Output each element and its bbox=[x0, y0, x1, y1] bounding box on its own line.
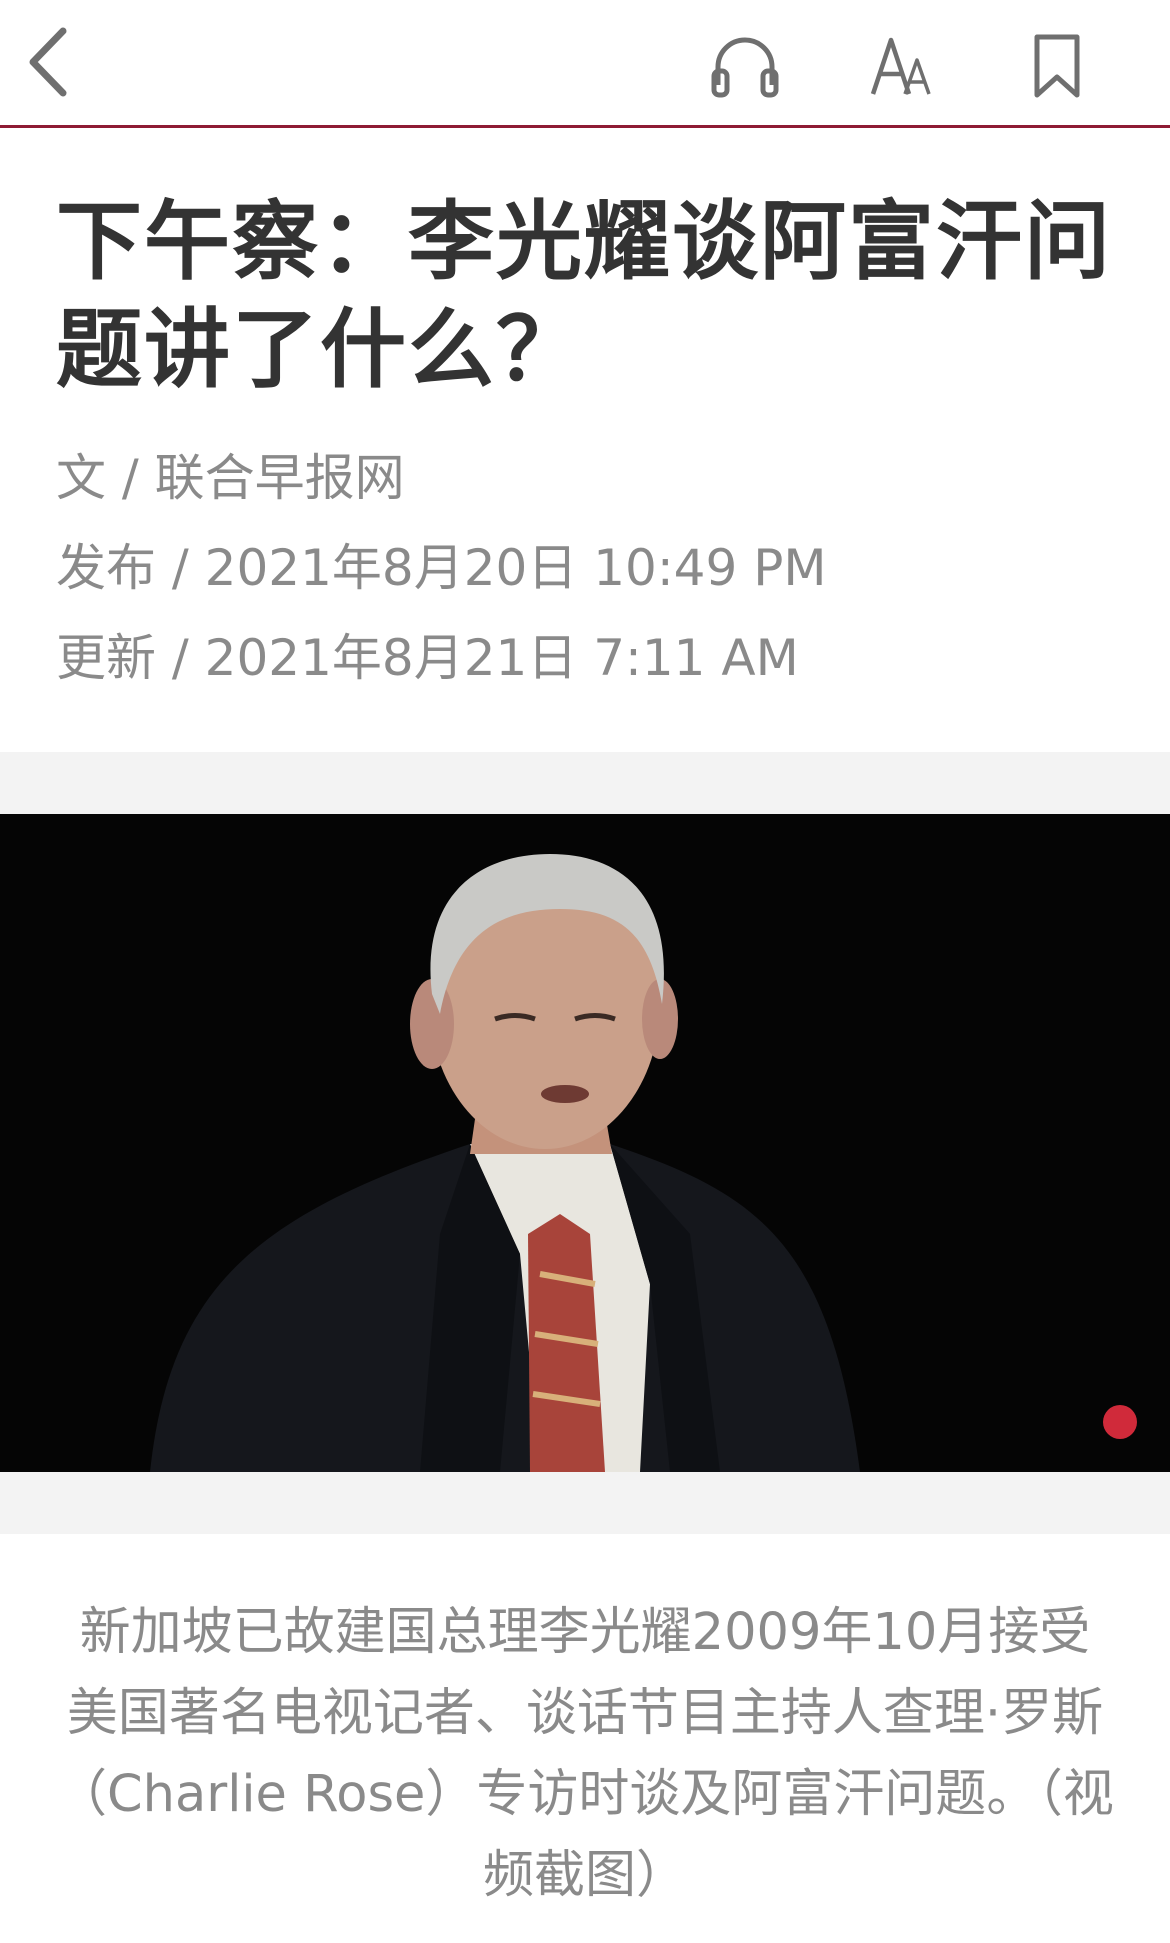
font-size-button[interactable] bbox=[856, 28, 946, 104]
divider-band bbox=[0, 752, 1170, 814]
article-header: 下午察：李光耀谈阿富汗问题讲了什么？ bbox=[56, 188, 1116, 404]
bookmark-button[interactable] bbox=[1012, 28, 1102, 104]
article-title: 下午察：李光耀谈阿富汗问题讲了什么？ bbox=[56, 192, 1112, 400]
chevron-left-icon bbox=[29, 27, 67, 97]
divider-band bbox=[0, 1472, 1170, 1534]
article-author: 文 / 联合早报网 bbox=[56, 449, 405, 507]
font-size-icon bbox=[870, 37, 931, 95]
back-button[interactable] bbox=[18, 20, 78, 104]
audio-button[interactable] bbox=[700, 28, 790, 104]
top-toolbar bbox=[0, 0, 1170, 128]
bookmark-icon bbox=[1034, 34, 1080, 98]
article-photo[interactable] bbox=[0, 814, 1170, 1472]
photo-caption: 新加坡已故建国总理李光耀2009年10月接受美国著名电视记者、谈话节目主持人查理… bbox=[56, 1603, 1114, 1905]
zaobao-logo-icon bbox=[1103, 1405, 1137, 1439]
photo-illustration bbox=[0, 814, 1170, 1472]
published-date: 发布 / 2021年8月20日 10:49 PM bbox=[56, 539, 827, 597]
headphones-icon bbox=[711, 37, 779, 98]
updated-date: 更新 / 2021年8月21日 7:11 AM bbox=[56, 629, 799, 687]
